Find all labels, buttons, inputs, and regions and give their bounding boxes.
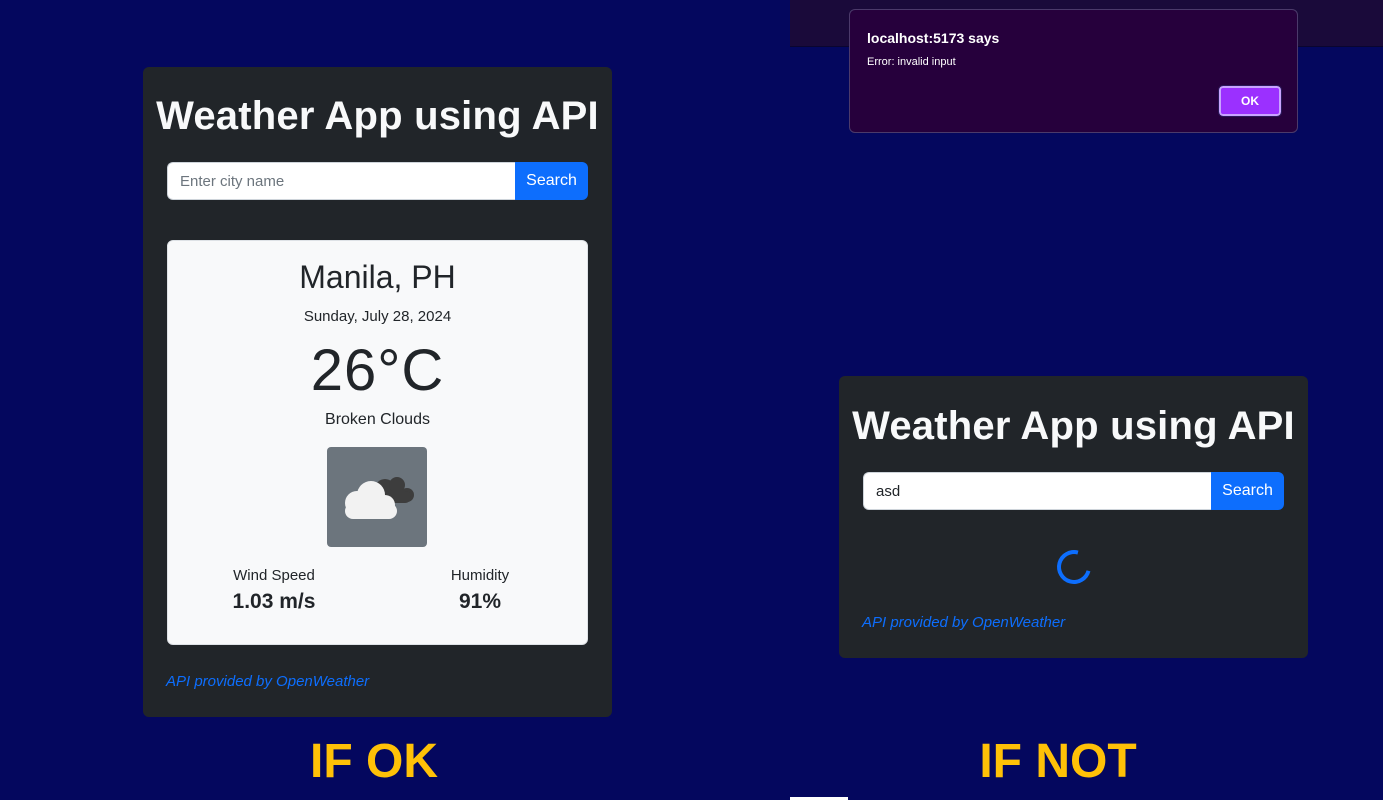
alert-dialog: localhost:5173 says Error: invalid input… (849, 9, 1298, 133)
temperature: 26°C (310, 338, 445, 403)
wind-speed-stat: Wind Speed 1.03 m/s (194, 567, 354, 614)
wind-speed-value: 1.03 m/s (232, 590, 316, 613)
humidity-value: 91% (458, 590, 502, 613)
weather-card: Manila, PH Sunday, July 28, 2024 26°C Br… (167, 240, 588, 645)
loading-spinner-icon (1050, 543, 1098, 591)
search-group: Search (167, 162, 588, 200)
search-button[interactable]: Search (515, 162, 588, 200)
caption-if-ok: IF OK (310, 735, 438, 788)
dialog-message: Error: invalid input (867, 56, 956, 68)
dialog-title: localhost:5173 says (867, 30, 1000, 46)
search-group: Search (863, 472, 1284, 510)
city-name: Manila, PH (299, 259, 456, 295)
search-button[interactable]: Search (1211, 472, 1284, 510)
wind-speed-label: Wind Speed (233, 567, 315, 584)
broken-clouds-icon (327, 447, 427, 547)
openweather-credit-link[interactable]: API provided by OpenWeather (166, 673, 369, 690)
city-search-input[interactable] (167, 162, 515, 200)
app-title: Weather App using API (156, 94, 599, 138)
openweather-credit-link[interactable]: API provided by OpenWeather (862, 614, 1065, 631)
weather-app-error-panel: Weather App using API Search API provide… (839, 376, 1308, 658)
weather-app-ok-panel: Weather App using API Search Manila, PH … (143, 67, 612, 717)
app-title: Weather App using API (852, 404, 1295, 448)
humidity-stat: Humidity 91% (400, 567, 560, 614)
date: Sunday, July 28, 2024 (303, 308, 452, 325)
dialog-ok-button[interactable]: OK (1218, 85, 1282, 117)
city-search-input[interactable] (863, 472, 1211, 510)
humidity-label: Humidity (450, 567, 510, 584)
caption-if-not: IF NOT (979, 735, 1137, 788)
weather-description: Broken Clouds (325, 411, 430, 428)
